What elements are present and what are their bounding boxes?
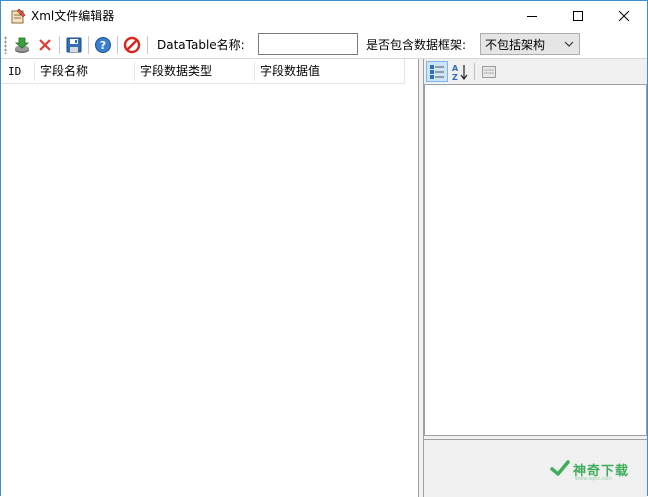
svg-text:?: ? [100,39,106,52]
import-download-icon [14,37,30,53]
minimize-button[interactable] [509,1,555,31]
schema-label: 是否包含数据框架: [366,38,467,52]
import-button[interactable] [11,34,33,56]
watermark-url: www.sqxz.com [575,476,613,482]
property-pages-icon [482,65,496,78]
minimize-icon [527,16,537,17]
toolbar-separator [147,36,148,54]
property-grid-body[interactable] [424,84,647,436]
toolbar-separator [474,63,475,80]
help-question-icon: ? [95,37,111,53]
toolbar-separator [59,36,60,54]
schema-select[interactable]: 不包括架构 [480,33,580,55]
title-bar[interactable]: Xml文件编辑器 [1,1,647,31]
maximize-button[interactable] [555,1,601,31]
categorized-button[interactable] [426,61,448,82]
svg-text:Z: Z [452,73,458,81]
column-header-id[interactable]: ID [2,59,34,84]
chevron-down-icon [564,41,574,47]
close-button[interactable] [601,1,647,31]
xml-editor-app-icon [10,8,26,24]
column-header-field-name[interactable]: 字段名称 [34,59,134,84]
exit-button[interactable] [121,34,143,56]
column-divider [404,59,405,84]
categorized-icon [430,64,444,79]
brand-logo-icon [550,460,570,476]
save-floppy-icon [66,37,82,53]
site-watermark: 神奇下载 www.sqxz.com [549,457,648,482]
toolbar-grip[interactable] [4,36,7,54]
field-grid[interactable]: ID 字段名称 字段数据类型 字段数据值 [2,59,418,497]
window-title: Xml文件编辑器 [31,9,115,23]
property-grid: A Z [424,59,647,497]
toolbar-separator [117,36,118,54]
save-button[interactable] [63,34,85,56]
sort-az-button[interactable]: A Z [449,61,471,82]
column-header-field-value[interactable]: 字段数据值 [254,59,404,84]
toolbar-separator [88,36,89,54]
delete-x-icon [39,39,51,51]
stop-prohibited-icon [123,36,141,54]
property-pages-button[interactable] [478,61,500,82]
sort-az-icon: A Z [452,64,468,81]
delete-button[interactable] [34,34,56,56]
property-grid-toolbar: A Z [424,59,647,84]
help-button[interactable]: ? [92,34,114,56]
column-header-field-type[interactable]: 字段数据类型 [134,59,254,84]
grid-header: ID 字段名称 字段数据类型 字段数据值 [2,59,405,84]
close-icon [619,11,629,21]
svg-text:A: A [452,64,459,73]
datatable-name-label: DataTable名称: [157,38,245,52]
schema-select-value: 不包括架构 [485,38,546,52]
datatable-name-input[interactable] [258,33,358,55]
app-window: Xml文件编辑器 ? DataTable名称: 是否包含数据框架: 不包括架构 … [0,0,648,497]
maximize-icon [573,11,583,21]
